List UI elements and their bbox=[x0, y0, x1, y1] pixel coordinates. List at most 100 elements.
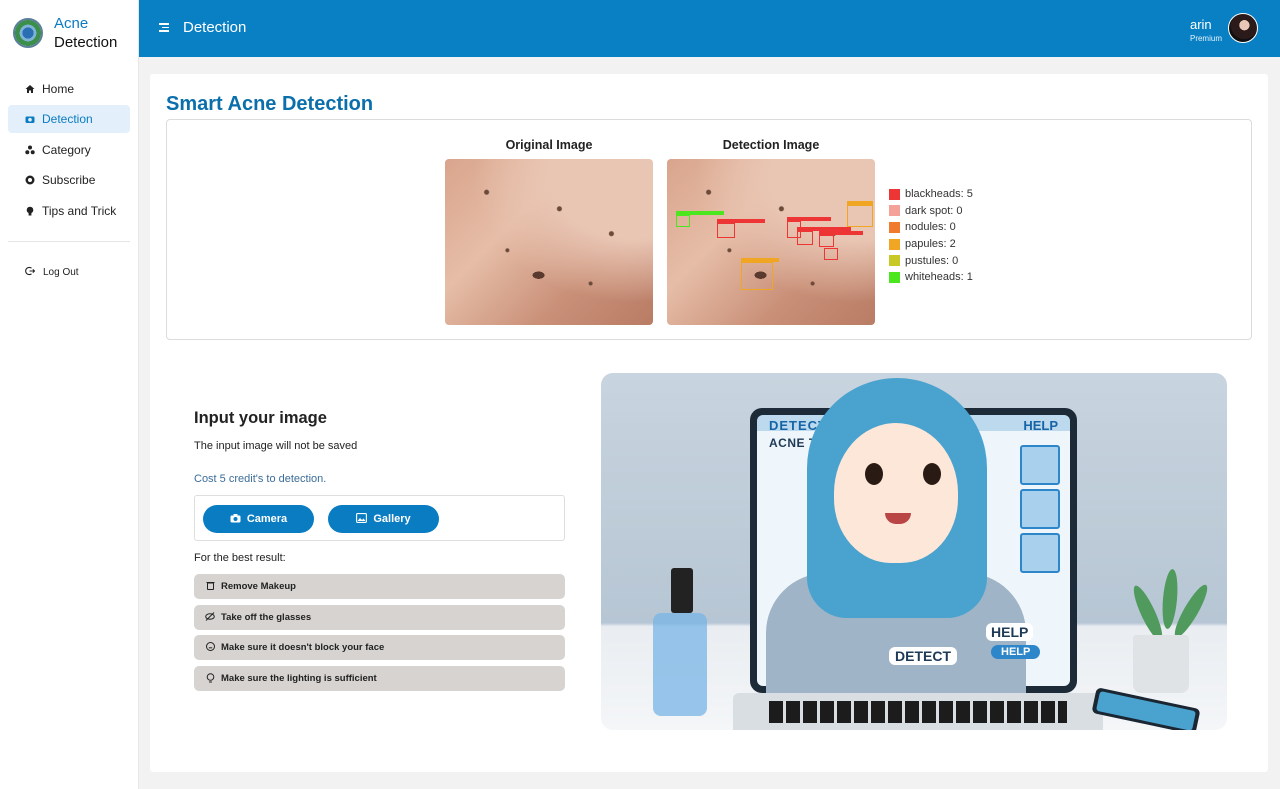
thumbnail bbox=[1020, 533, 1060, 573]
sidebar-item-detection[interactable]: Detection bbox=[8, 105, 130, 134]
face-icon bbox=[205, 642, 215, 653]
upload-options: Camera Gallery bbox=[194, 495, 565, 541]
hero-illustration: DETECT HELP ACNE TYPES DETECT HELP HELP bbox=[601, 373, 1227, 730]
logout-label: Log Out bbox=[43, 266, 79, 278]
blackheads-box bbox=[797, 227, 851, 245]
gallery-icon bbox=[356, 512, 368, 526]
legend-label: nodules: 0 bbox=[905, 221, 956, 234]
legend-swatch bbox=[889, 271, 900, 283]
logout-button[interactable]: Log Out bbox=[8, 258, 130, 286]
avatar[interactable] bbox=[1228, 13, 1258, 43]
home-icon bbox=[25, 84, 35, 94]
user-name: arin bbox=[1189, 17, 1212, 32]
tip-label: Take off the glasses bbox=[221, 612, 312, 623]
sidebar-item-subscribe[interactable]: Subscribe bbox=[8, 166, 130, 194]
gallery-button[interactable]: Gallery bbox=[328, 505, 439, 533]
header-title: Detection bbox=[183, 19, 247, 36]
legend-swatch bbox=[889, 205, 900, 217]
character-eye bbox=[923, 463, 941, 485]
tip-dont-block-face: Make sure it doesn't block your face bbox=[194, 635, 565, 660]
sidebar-item-label: Category bbox=[42, 142, 91, 157]
legend-label: whiteheads: 1 bbox=[905, 271, 973, 284]
brand-text: Acne Detection bbox=[54, 14, 117, 52]
trash-icon bbox=[205, 581, 215, 592]
detection-legend: blackheads: 5 dark spot: 0 nodules: 0 pa… bbox=[889, 186, 973, 286]
sidebar-item-label: Subscribe bbox=[42, 173, 96, 188]
screen-help-title: HELP bbox=[1023, 418, 1058, 433]
original-image-label: Original Image bbox=[505, 138, 593, 152]
legend-label: papules: 2 bbox=[905, 238, 956, 251]
camera-button-label: Camera bbox=[246, 513, 288, 525]
sidebar-divider bbox=[8, 241, 130, 242]
legend-item: pustules: 0 bbox=[889, 252, 973, 269]
top-header: Detection arin Premium bbox=[139, 0, 1280, 57]
screen-thumbnails bbox=[1020, 445, 1062, 577]
cost-text: Cost 5 credit's to detection. bbox=[194, 473, 327, 485]
tip-take-off-glasses: Take off the glasses bbox=[194, 605, 565, 630]
legend-label: blackheads: 5 bbox=[905, 188, 973, 201]
whiteheads-box bbox=[676, 211, 724, 227]
papules-box bbox=[741, 258, 779, 290]
phone-illustration bbox=[1091, 687, 1201, 730]
camera-button[interactable]: Camera bbox=[203, 505, 314, 533]
bulb-icon bbox=[25, 206, 35, 216]
legend-item: nodules: 0 bbox=[889, 219, 973, 236]
brand[interactable]: Acne Detection bbox=[13, 14, 117, 52]
subscribe-icon bbox=[25, 175, 35, 185]
camera-icon bbox=[25, 114, 35, 124]
tip-label: Make sure it doesn't block your face bbox=[221, 642, 385, 653]
original-image bbox=[445, 159, 653, 325]
illustration-help-label: HELP bbox=[986, 623, 1034, 641]
camera-icon bbox=[230, 513, 241, 526]
tip-label: Make sure the lighting is sufficient bbox=[221, 673, 377, 684]
plant-pot bbox=[1133, 635, 1189, 693]
sidebar-item-home[interactable]: Home bbox=[8, 75, 130, 103]
cleanser-bottle bbox=[653, 613, 707, 716]
sidebar-item-tips[interactable]: Tips and Trick bbox=[8, 197, 130, 225]
user-plan: Premium bbox=[1189, 34, 1222, 43]
tip-label: Remove Makeup bbox=[221, 581, 296, 592]
detection-image-label: Detection Image bbox=[722, 138, 820, 152]
input-title: Input your image bbox=[194, 409, 327, 427]
illustration-detect-label: DETECT bbox=[889, 647, 957, 665]
user-info[interactable]: arin Premium bbox=[1190, 17, 1222, 43]
character-face bbox=[834, 423, 958, 563]
legend-swatch bbox=[889, 188, 900, 200]
legend-item: papules: 2 bbox=[889, 236, 973, 253]
sidebar: Acne Detection Home Detection Category S… bbox=[0, 0, 139, 789]
tip-remove-makeup: Remove Makeup bbox=[194, 574, 565, 599]
detection-result-card: Original Image Detection Image blackhead… bbox=[166, 119, 1252, 340]
bottle-pump bbox=[671, 568, 693, 613]
thumbnail bbox=[1020, 489, 1060, 529]
menu-toggle-icon[interactable] bbox=[159, 23, 169, 33]
input-subtitle: The input image will not be saved bbox=[194, 440, 358, 452]
legend-label: pustules: 0 bbox=[905, 254, 959, 267]
legend-item: dark spot: 0 bbox=[889, 203, 973, 220]
eye-off-icon bbox=[205, 612, 215, 623]
papules-box bbox=[847, 201, 873, 227]
best-result-label: For the best result: bbox=[194, 552, 286, 564]
logout-icon bbox=[25, 266, 36, 279]
gallery-button-label: Gallery bbox=[373, 513, 411, 525]
page-title: Smart Acne Detection bbox=[166, 93, 374, 115]
detection-image bbox=[667, 159, 875, 325]
sidebar-item-label: Detection bbox=[42, 112, 93, 127]
legend-label: dark spot: 0 bbox=[905, 204, 963, 217]
acne-logo-icon bbox=[13, 18, 43, 48]
blackheads-box bbox=[824, 248, 838, 260]
blackheads-box bbox=[819, 231, 863, 247]
legend-item: whiteheads: 1 bbox=[889, 269, 973, 286]
sidebar-item-category[interactable]: Category bbox=[8, 136, 130, 164]
blackheads-box bbox=[717, 219, 765, 238]
illustration-help-button: HELP bbox=[991, 645, 1041, 659]
legend-swatch bbox=[889, 221, 900, 233]
sidebar-item-label: Tips and Trick bbox=[42, 203, 117, 218]
tip-lighting: Make sure the lighting is sufficient bbox=[194, 666, 565, 691]
bulb-icon bbox=[205, 672, 215, 685]
legend-swatch bbox=[889, 255, 900, 267]
brand-line-1: Acne bbox=[54, 15, 89, 32]
legend-swatch bbox=[889, 238, 900, 250]
laptop-keyboard bbox=[733, 693, 1103, 730]
thumbnail bbox=[1020, 445, 1060, 485]
brand-line-2: Detection bbox=[54, 34, 118, 51]
